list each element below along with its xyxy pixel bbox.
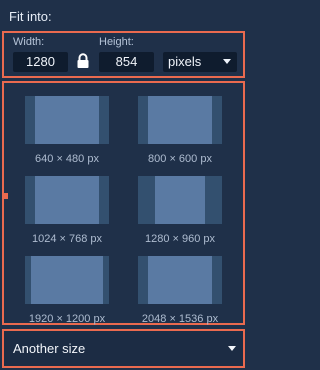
preset-label: 1280 × 960 px	[144, 233, 216, 245]
width-input[interactable]	[13, 52, 68, 72]
unit-select-value: pixels	[168, 54, 202, 69]
preset-1920x1200[interactable]: 1920 × 1200 px	[13, 256, 113, 328]
preset-thumbnail	[138, 256, 222, 304]
size-select[interactable]: Another size	[4, 331, 243, 366]
height-input[interactable]	[99, 52, 154, 72]
preset-thumbnail	[25, 96, 109, 144]
preset-800x600[interactable]: 800 × 600 px	[126, 96, 226, 168]
presets-section-marker	[4, 193, 8, 199]
preset-label: 2048 × 1536 px	[141, 313, 219, 325]
height-label: Height:	[99, 36, 134, 48]
preset-label: 1920 × 1200 px	[28, 313, 106, 325]
preset-thumbnail	[25, 256, 109, 304]
preset-1280x960[interactable]: 1280 × 960 px	[126, 176, 226, 248]
panel-title: Fit into:	[9, 9, 52, 24]
lock-icon[interactable]	[76, 53, 90, 69]
preset-thumbnail	[25, 176, 109, 224]
preset-label: 640 × 480 px	[35, 153, 99, 165]
preset-label: 1024 × 768 px	[31, 233, 103, 245]
chevron-down-icon	[228, 346, 236, 351]
preset-label: 800 × 600 px	[148, 153, 212, 165]
unit-select[interactable]: pixels	[163, 52, 237, 72]
chevron-down-icon	[223, 59, 231, 64]
preset-640x480[interactable]: 640 × 480 px	[13, 96, 113, 168]
preset-thumbnail	[138, 176, 222, 224]
preset-1024x768[interactable]: 1024 × 768 px	[13, 176, 113, 248]
width-label: Width:	[13, 36, 45, 48]
size-select-value: Another size	[13, 341, 86, 356]
preset-thumbnail	[138, 96, 222, 144]
preset-2048x1536[interactable]: 2048 × 1536 px	[126, 256, 226, 328]
